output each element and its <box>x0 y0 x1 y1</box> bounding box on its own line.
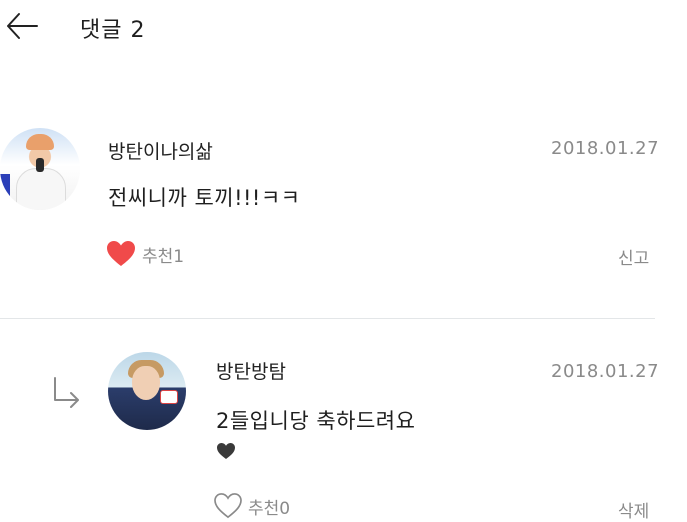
page-title: 댓글 2 <box>80 18 146 43</box>
comment-text: 전씨니까 토끼!!!ㅋㅋ <box>108 186 301 210</box>
reply-text: 2들입니당 축하드려요 <box>216 409 416 433</box>
recommend-count: 추천1 <box>142 246 185 267</box>
delete-button[interactable]: 삭제 <box>618 497 649 522</box>
divider <box>0 318 655 319</box>
heart-outline-icon <box>214 493 242 519</box>
report-button[interactable]: 신고 <box>618 244 649 269</box>
black-heart-icon <box>217 443 235 459</box>
recommend-button[interactable]: 추천0 <box>214 493 290 519</box>
heart-filled-icon <box>107 241 135 266</box>
back-button[interactable] <box>2 8 42 44</box>
recommend-button[interactable]: 추천1 <box>106 240 184 268</box>
avatar[interactable] <box>108 352 186 430</box>
avatar[interactable] <box>0 128 80 210</box>
comment-date: 2018.01.27 <box>551 138 660 159</box>
reply-arrow-icon <box>54 377 79 408</box>
arrow-left-icon <box>7 13 38 39</box>
comment-author[interactable]: 방탄이나의삶 <box>108 137 213 164</box>
reply-author[interactable]: 방탄방탐 <box>216 357 286 384</box>
reply-date: 2018.01.27 <box>551 361 660 382</box>
